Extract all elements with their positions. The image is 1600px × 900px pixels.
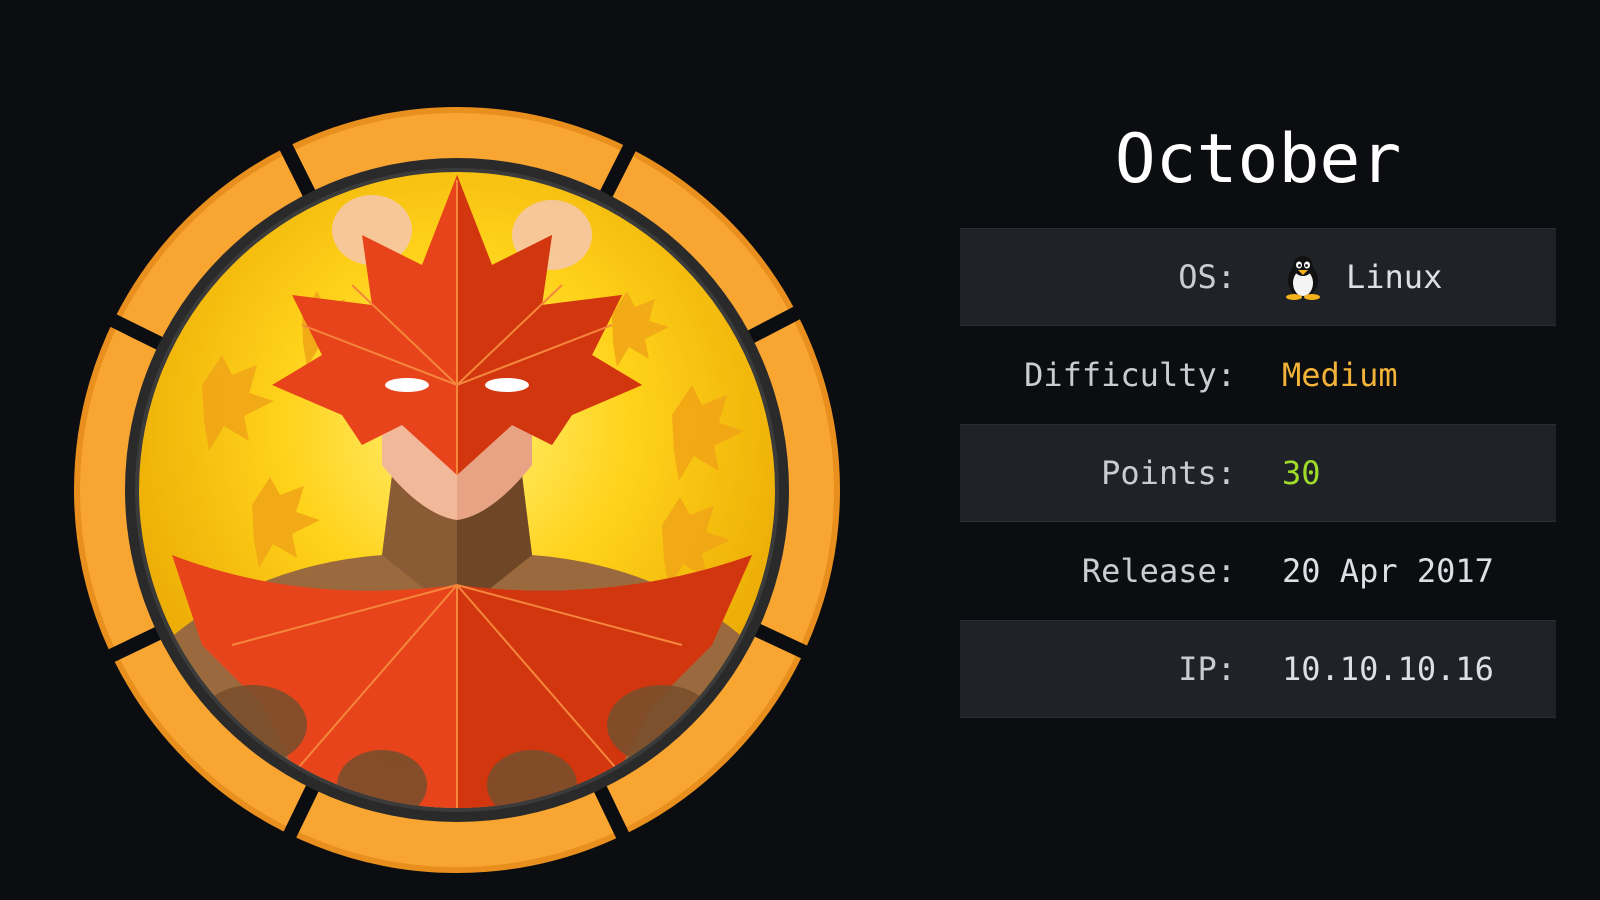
release-value: 20 Apr 2017 <box>1282 552 1494 590</box>
machine-card: October OS: Linux Difficulty: Medium Poi… <box>0 0 1600 900</box>
release-label: Release: <box>1081 552 1236 590</box>
info-row-ip: IP: 10.10.10.16 <box>960 620 1556 718</box>
info-row-os: OS: Linux <box>960 228 1556 326</box>
info-row-difficulty: Difficulty: Medium <box>960 326 1556 424</box>
tux-penguin-icon <box>1282 254 1324 300</box>
points-label: Points: <box>1101 454 1236 492</box>
ip-label: IP: <box>1178 650 1236 688</box>
machine-name-title: October <box>1114 120 1402 199</box>
os-value-container: Linux <box>1282 254 1442 300</box>
info-row-release: Release: 20 Apr 2017 <box>960 522 1556 620</box>
os-label: OS: <box>1178 258 1236 296</box>
difficulty-value: Medium <box>1282 356 1398 394</box>
difficulty-label: Difficulty: <box>1024 356 1236 394</box>
info-row-points: Points: 30 <box>960 424 1556 522</box>
machine-info-table: OS: Linux Difficulty: Medium Points: 30 … <box>960 228 1556 718</box>
ip-value: 10.10.10.16 <box>1282 650 1494 688</box>
maple-leaf-hero-icon <box>74 107 840 873</box>
machine-avatar-badge <box>52 85 862 895</box>
os-value: Linux <box>1346 258 1443 296</box>
points-value: 30 <box>1282 454 1321 492</box>
